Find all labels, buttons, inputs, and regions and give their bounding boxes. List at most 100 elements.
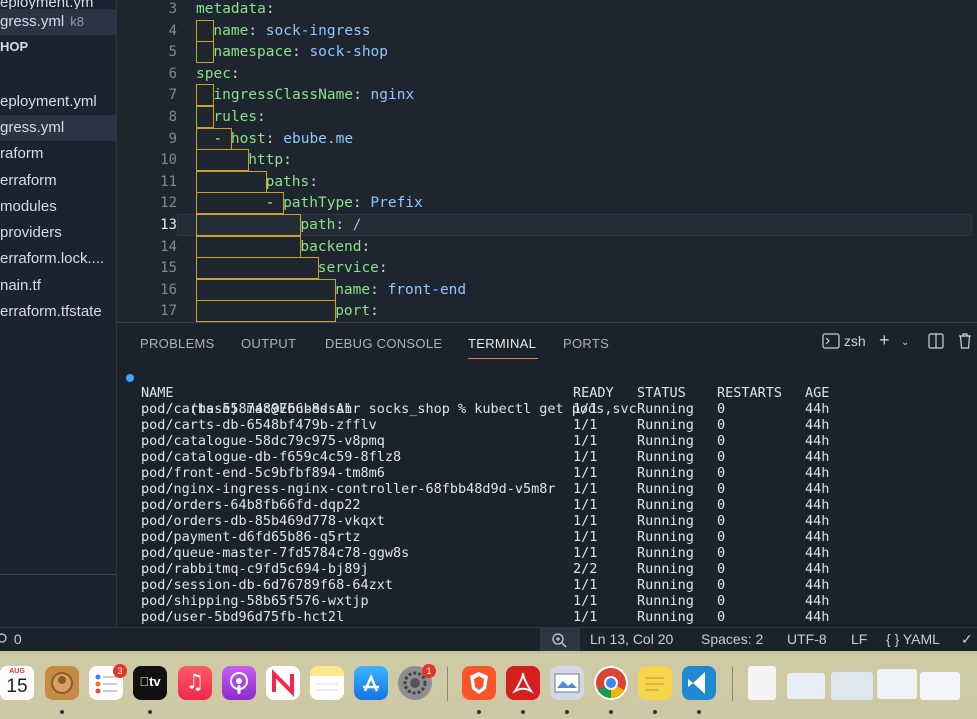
problems-count[interactable]: 0 — [0, 631, 22, 647]
cursor-position[interactable]: Ln 13, Col 20 — [590, 631, 673, 647]
sidebar-file-main-tf[interactable]: nain.tf — [0, 273, 116, 299]
indent-guide — [196, 214, 302, 236]
table-row: pod/orders-db-85b469d778-vkqxt 1/1 Running… — [141, 513, 971, 529]
acrobat-reader-icon[interactable] — [506, 666, 540, 700]
cell-age: 44h — [805, 481, 830, 497]
tab-terminal[interactable]: TERMINAL — [468, 336, 536, 351]
podcasts-app-icon[interactable] — [222, 666, 256, 700]
table-row: pod/carts-5587489766-8dssh 1/1 Running 0 44h — [141, 401, 971, 417]
calendar-app-icon[interactable]: AUG 15 — [0, 666, 34, 700]
brave-browser-icon[interactable] — [462, 666, 496, 700]
indentation[interactable]: Spaces: 2 — [701, 631, 763, 647]
terminal-shell-selector[interactable]: zsh — [822, 333, 866, 349]
table-row: pod/queue-master-7fd5784c78-ggw8s 1/1 Runn… — [141, 545, 971, 561]
cell-ready: 1/1 — [573, 481, 598, 497]
cell-status: Running — [637, 497, 694, 513]
cell-name: pod/catalogue-58dc79c975-v8pmq — [141, 433, 385, 449]
trash-icon[interactable] — [958, 333, 972, 352]
yaml-key: name — [213, 22, 249, 39]
code-line[interactable]: name: front-end — [335, 279, 466, 301]
cell-ready: 1/1 — [573, 529, 598, 545]
chevron-down-icon[interactable]: ⌄ — [901, 337, 909, 348]
sidebar-file-tfstate[interactable]: erraform.tfstate — [0, 299, 116, 325]
code-line[interactable]: path: / — [300, 214, 361, 236]
code-line[interactable]: paths: — [266, 171, 318, 193]
tab-problems[interactable]: PROBLEMS — [140, 336, 215, 351]
apple-tv-app-icon[interactable]: tv — [133, 666, 167, 700]
cell-status: Running — [637, 545, 694, 561]
code-line[interactable]: rules: — [213, 106, 265, 128]
cell-status: Running — [637, 577, 694, 593]
code-line[interactable]: service: — [318, 257, 388, 279]
line-number: 4 — [168, 22, 177, 39]
cell-name: NAME — [141, 385, 174, 401]
settings-badge: 1 — [422, 664, 436, 678]
window-thumbnail[interactable] — [920, 672, 960, 700]
yaml-key: pathType — [283, 195, 353, 212]
new-terminal-plus-icon[interactable]: + — [879, 330, 890, 351]
split-terminal-icon[interactable] — [928, 333, 944, 352]
encoding[interactable]: UTF-8 — [787, 631, 827, 647]
zoom-button[interactable] — [540, 628, 580, 652]
code-line[interactable]: http: — [248, 149, 292, 171]
sidebar-file-deployment[interactable]: eployment.yml — [0, 89, 116, 115]
table-row: pod/shipping-58b65f576-wxtjp 1/1 Running 0 4… — [141, 593, 971, 609]
yaml-key: metadata — [196, 1, 266, 17]
code-line[interactable]: port: — [335, 300, 379, 322]
document-thumbnail[interactable] — [748, 666, 776, 700]
cell-ready: 1/1 — [573, 545, 598, 561]
news-app-icon[interactable] — [266, 666, 300, 700]
tab-debug-console[interactable]: DEBUG CONSOLE — [325, 336, 442, 351]
cell-name: pod/front-end-5c9bfbf894-tm8m6 — [141, 465, 385, 481]
code-line[interactable]: namespace: sock-shop — [213, 41, 388, 63]
colon: : — [291, 44, 301, 61]
code-editor[interactable]: 3 4 5 6 7 8 9 10 11 12 13 14 15 16 17 metadata: name: s… — [117, 0, 977, 322]
window-thumbnail[interactable] — [831, 672, 873, 700]
sidebar-file-ingress[interactable]: gress.yml — [0, 115, 116, 141]
contacts-app-icon[interactable] — [45, 666, 79, 700]
language-mode[interactable]: { } YAML — [886, 631, 940, 647]
sidebar-folder-providers[interactable]: providers — [0, 220, 116, 246]
window-thumbnail[interactable] — [787, 673, 825, 699]
colon: : — [283, 152, 292, 169]
yaml-key: paths — [265, 173, 310, 190]
cell-name: pod/shipping-58b65f576-wxtjp — [141, 593, 369, 609]
feedback-icon[interactable]: ✓ — [961, 631, 973, 648]
sidebar-folder-dot-terraform[interactable]: erraform — [0, 168, 116, 194]
code-line[interactable]: backend: — [300, 236, 370, 258]
code-line[interactable]: metadata: — [196, 0, 275, 20]
tab-ports[interactable]: PORTS — [563, 336, 609, 351]
app-store-icon[interactable] — [354, 666, 388, 700]
stickies-app-icon[interactable] — [638, 666, 672, 700]
vscode-app-icon[interactable] — [682, 666, 716, 700]
window-thumbnail[interactable] — [877, 669, 917, 699]
list-dash: - — [265, 195, 284, 212]
code-line[interactable]: spec: — [196, 63, 240, 85]
code-line[interactable]: - pathType: Prefix — [266, 192, 423, 214]
sidebar-file-lock[interactable]: erraform.lock.... — [0, 246, 116, 272]
code-line[interactable]: name: sock-ingress — [213, 20, 370, 42]
chrome-browser-icon[interactable] — [594, 666, 628, 700]
cell-name: pod/session-db-6d76789f68-64zxt — [141, 577, 393, 593]
cell-status: Running — [637, 561, 694, 577]
notes-app-icon[interactable] — [310, 666, 344, 700]
cell-age: 44h — [805, 561, 830, 577]
preview-app-icon[interactable] — [550, 666, 584, 700]
indent-guide — [196, 41, 215, 64]
code-line[interactable]: - host: ebube.me — [213, 128, 353, 150]
cell-status: Running — [637, 465, 694, 481]
tab-output[interactable]: OUTPUT — [241, 336, 296, 351]
cell-status: Running — [637, 513, 694, 529]
cell-restarts: 0 — [717, 609, 726, 625]
line-ending[interactable]: LF — [851, 631, 867, 647]
ports-icon — [0, 633, 7, 643]
cell-age: 44h — [805, 433, 830, 449]
music-app-icon[interactable]: ♫ — [178, 666, 212, 700]
indent-guide — [196, 235, 302, 258]
line-number: 10 — [160, 152, 177, 169]
sidebar-folder-terraform[interactable]: raform — [0, 141, 116, 167]
sidebar-folder-modules[interactable]: modules — [0, 194, 116, 220]
sidebar-file-ingress-open[interactable]: gress.yml k8 — [0, 9, 116, 35]
code-line[interactable]: ingressClassName: nginx — [213, 84, 414, 106]
cell-restarts: 0 — [717, 529, 726, 545]
